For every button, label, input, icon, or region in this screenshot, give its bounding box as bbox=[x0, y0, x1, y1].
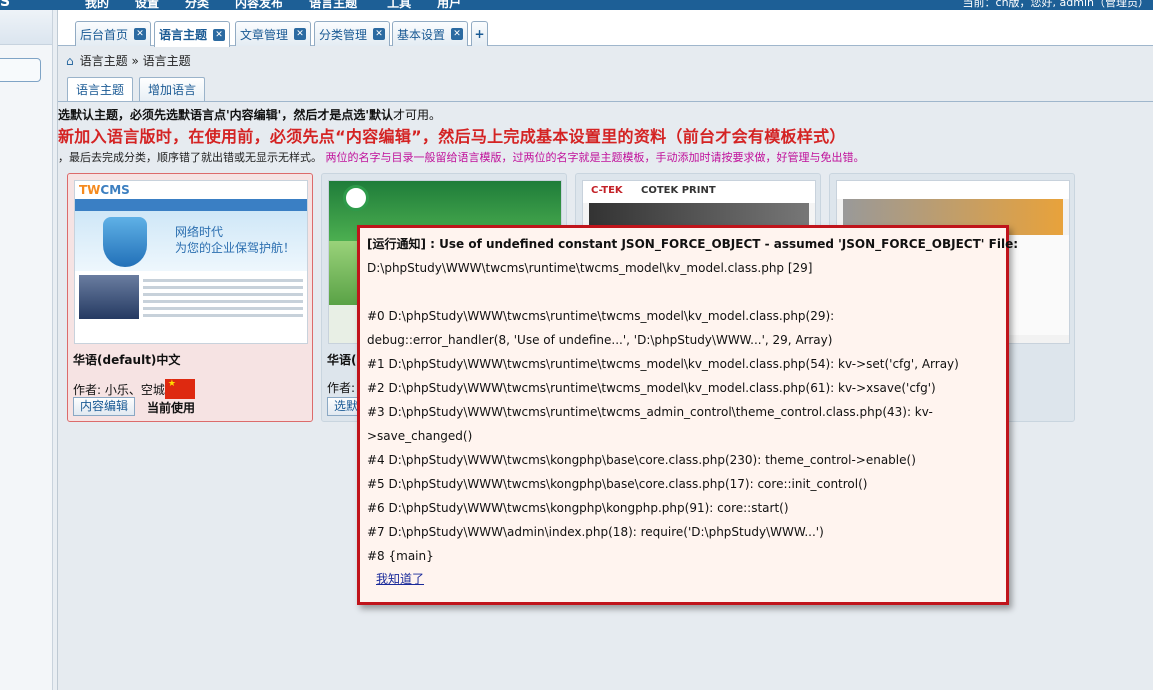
tab-article-manage[interactable]: 文章管理 ✕ bbox=[235, 21, 312, 46]
error-line: #7 D:\phpStudy\WWW\admin\index.php(18): … bbox=[367, 525, 824, 539]
error-line: #0 D:\phpStudy\WWW\twcms\runtime\twcms_m… bbox=[367, 309, 835, 323]
error-line: #3 D:\phpStudy\WWW\twcms\runtime\twcms_a… bbox=[367, 405, 933, 419]
tab-label: 分类管理 bbox=[319, 27, 368, 42]
notice-order-hint: ，最后去完成分类，顺序错了就出错或无显示无样式。 两位的名字与目录一般留给语言模… bbox=[58, 151, 865, 164]
tab-label: 文章管理 bbox=[240, 27, 289, 42]
tab-home[interactable]: 后台首页 ✕ bbox=[75, 21, 152, 46]
error-line: #6 D:\phpStudy\WWW\twcms\kongphp\kongphp… bbox=[367, 501, 789, 515]
top-nav-item[interactable]: 用户 bbox=[437, 0, 461, 10]
sidebar-header bbox=[0, 10, 52, 45]
top-nav-item[interactable]: 设置 bbox=[135, 0, 159, 10]
error-line: D:\phpStudy\WWW\twcms\runtime\twcms_mode… bbox=[367, 261, 813, 275]
top-nav-item[interactable]: 我的 bbox=[85, 0, 109, 10]
top-nav-item[interactable]: 工具 bbox=[387, 0, 411, 10]
close-icon[interactable]: ✕ bbox=[451, 28, 464, 40]
top-nav-item[interactable]: 分类 bbox=[185, 0, 209, 10]
error-message: [运行通知] : Use of undefined constant JSON_… bbox=[367, 232, 1019, 568]
error-line: [运行通知] : Use of undefined constant JSON_… bbox=[367, 237, 1019, 251]
top-nav-bar: S 我的 设置 分类 内容发布 语言主题 工具 用户 当前：cn版，您好, admin（管理… bbox=[0, 0, 1153, 10]
edit-content-button[interactable]: 内容编辑 bbox=[73, 397, 136, 416]
error-line: #1 D:\phpStudy\WWW\twcms\runtime\twcms_m… bbox=[367, 357, 959, 371]
tab-label: 后台首页 bbox=[80, 27, 129, 42]
error-line: #4 D:\phpStudy\WWW\twcms\kongphp\base\co… bbox=[367, 453, 916, 467]
add-tab-button[interactable]: + bbox=[471, 21, 488, 46]
theme-card-default: TWCMS 网络时代 为您的企业保驾护航！ 华语(default)中文 作者: … bbox=[67, 173, 313, 422]
notice-new-language-warning: 新加入语言版时，在使用前，必须先点“内容编辑”，然后马上完成基本设置里的资料（前… bbox=[58, 127, 846, 146]
china-flag-icon bbox=[164, 379, 195, 399]
home-icon[interactable]: ⌂ bbox=[66, 54, 74, 68]
user-info: 当前：cn版，您好, admin（管理员） bbox=[962, 0, 1149, 9]
theme-name: 华语( bbox=[327, 353, 357, 367]
shield-icon bbox=[103, 217, 147, 267]
error-dialog: [运行通知] : Use of undefined constant JSON_… bbox=[357, 225, 1019, 605]
error-line: #5 D:\phpStudy\WWW\twcms\kongphp\base\co… bbox=[367, 477, 868, 491]
notice-default-theme: 选默认主题，必须先选默语言点'内容编辑'，然后才是点选'默认才可用。 bbox=[58, 108, 442, 122]
divider bbox=[58, 101, 1153, 102]
top-nav-item[interactable]: 语言主题 bbox=[309, 0, 357, 10]
subtab-add-language[interactable]: 增加语言 bbox=[139, 77, 206, 101]
tab-bar: 后台首页 ✕ 语言主题 ✕ 文章管理 ✕ 分类管理 ✕ 基本设置 ✕ + bbox=[58, 10, 1153, 47]
close-icon[interactable]: ✕ bbox=[294, 28, 307, 40]
tab-basic-settings[interactable]: 基本设置 ✕ bbox=[392, 21, 469, 46]
tab-label: 基本设置 bbox=[397, 27, 446, 42]
error-line bbox=[367, 280, 999, 304]
theme-author: 作者: bbox=[327, 381, 356, 395]
app-logo: S bbox=[0, 0, 11, 10]
sidebar bbox=[0, 10, 53, 690]
subtab-language-theme[interactable]: 语言主题 bbox=[67, 77, 134, 102]
theme-author: 作者: 小乐、空城 bbox=[73, 379, 195, 399]
tab-label: 语言主题 bbox=[159, 28, 208, 42]
current-use-status: 当前使用 bbox=[147, 401, 196, 415]
close-icon[interactable]: ✕ bbox=[373, 28, 386, 40]
sidebar-search-box[interactable] bbox=[0, 58, 41, 82]
error-line: >save_changed() bbox=[367, 429, 473, 443]
close-icon[interactable]: ✕ bbox=[134, 28, 147, 40]
breadcrumb: ⌂ 语言主题 » 语言主题 bbox=[66, 52, 191, 69]
top-nav-item[interactable]: 内容发布 bbox=[235, 0, 283, 10]
breadcrumb-text: 语言主题 » 语言主题 bbox=[79, 54, 191, 68]
tab-language-theme[interactable]: 语言主题 ✕ bbox=[154, 21, 231, 47]
error-line: #2 D:\phpStudy\WWW\twcms\runtime\twcms_m… bbox=[367, 381, 936, 395]
error-line: debug::error_handler(8, 'Use of undefine… bbox=[367, 333, 833, 347]
error-line: #8 {main} bbox=[367, 549, 434, 563]
theme-name: 华语(default)中文 bbox=[73, 353, 181, 367]
theme-thumbnail: TWCMS 网络时代 为您的企业保驾护航！ bbox=[74, 180, 308, 344]
acknowledge-link[interactable]: 我知道了 bbox=[376, 570, 999, 587]
tab-category-manage[interactable]: 分类管理 ✕ bbox=[314, 21, 391, 46]
thumbnail-logo: TWCMS bbox=[79, 183, 130, 197]
top-nav: 我的 设置 分类 内容发布 语言主题 工具 用户 bbox=[85, 0, 487, 10]
close-icon[interactable]: ✕ bbox=[213, 28, 226, 41]
